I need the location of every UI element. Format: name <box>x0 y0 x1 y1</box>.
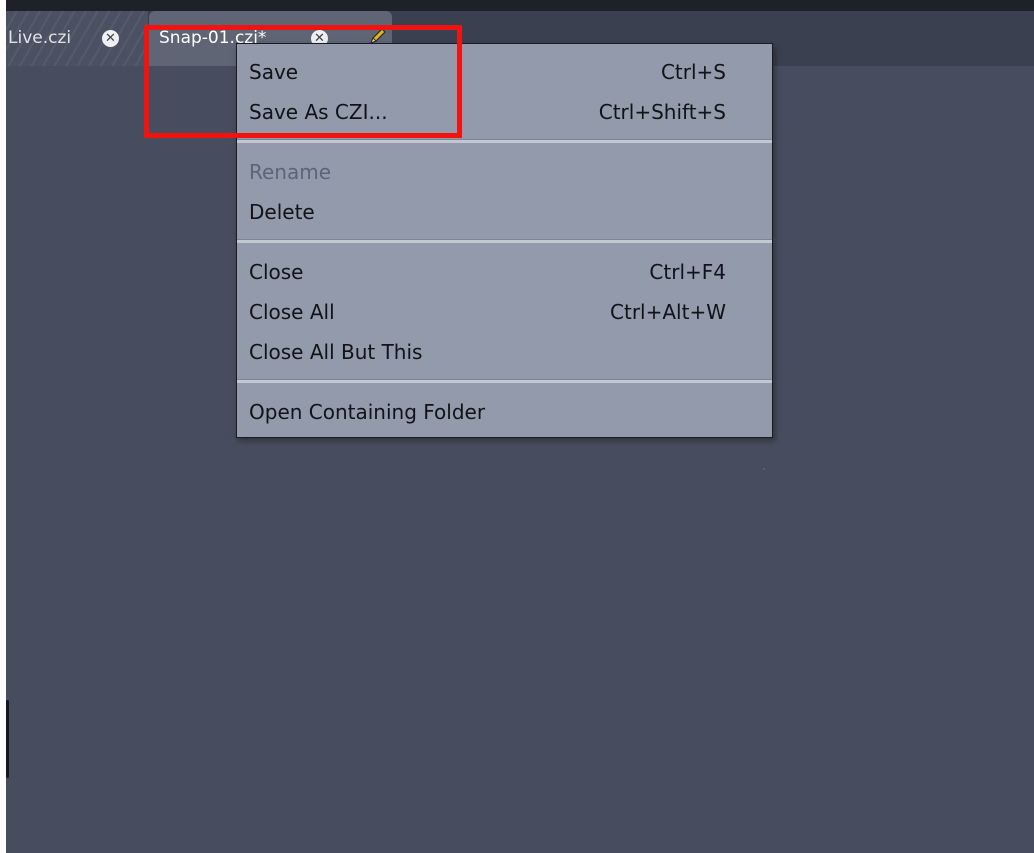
title-strip <box>6 0 1034 11</box>
panel-edge <box>6 700 9 778</box>
menu-item-close-all-but-this[interactable]: Close All But This <box>237 332 772 372</box>
menu-item-label: Delete <box>249 200 315 224</box>
menu-item-open-containing-folder[interactable]: Open Containing Folder <box>237 392 772 432</box>
close-circle-icon[interactable]: ✕ <box>102 30 119 47</box>
menu-item-label: Rename <box>249 160 332 184</box>
menu-item-label: Close All <box>249 300 335 324</box>
menu-item-shortcut: Ctrl+F4 <box>649 260 726 284</box>
tab-label: Live.czi <box>8 28 72 48</box>
menu-item-label: Close All But This <box>249 340 423 364</box>
menu-item-shortcut: Ctrl+S <box>660 60 726 84</box>
menu-item-close-all[interactable]: Close All Ctrl+Alt+W <box>237 292 772 332</box>
highlight-annotation-box <box>144 25 462 138</box>
menu-item-label: Close <box>249 260 304 284</box>
menu-item-delete[interactable]: Delete <box>237 192 772 232</box>
menu-item-rename: Rename <box>237 152 772 192</box>
menu-separator <box>237 139 772 143</box>
menu-item-close[interactable]: Close Ctrl+F4 <box>237 252 772 292</box>
tab-live-czi[interactable]: Live.czi ✕ <box>6 11 148 66</box>
menu-separator <box>237 379 772 383</box>
menu-item-label: Open Containing Folder <box>249 400 486 424</box>
image-area-marker <box>763 468 765 470</box>
menu-item-shortcut: Ctrl+Alt+W <box>610 300 726 324</box>
menu-item-shortcut: Ctrl+Shift+S <box>598 100 726 124</box>
menu-separator <box>237 239 772 243</box>
